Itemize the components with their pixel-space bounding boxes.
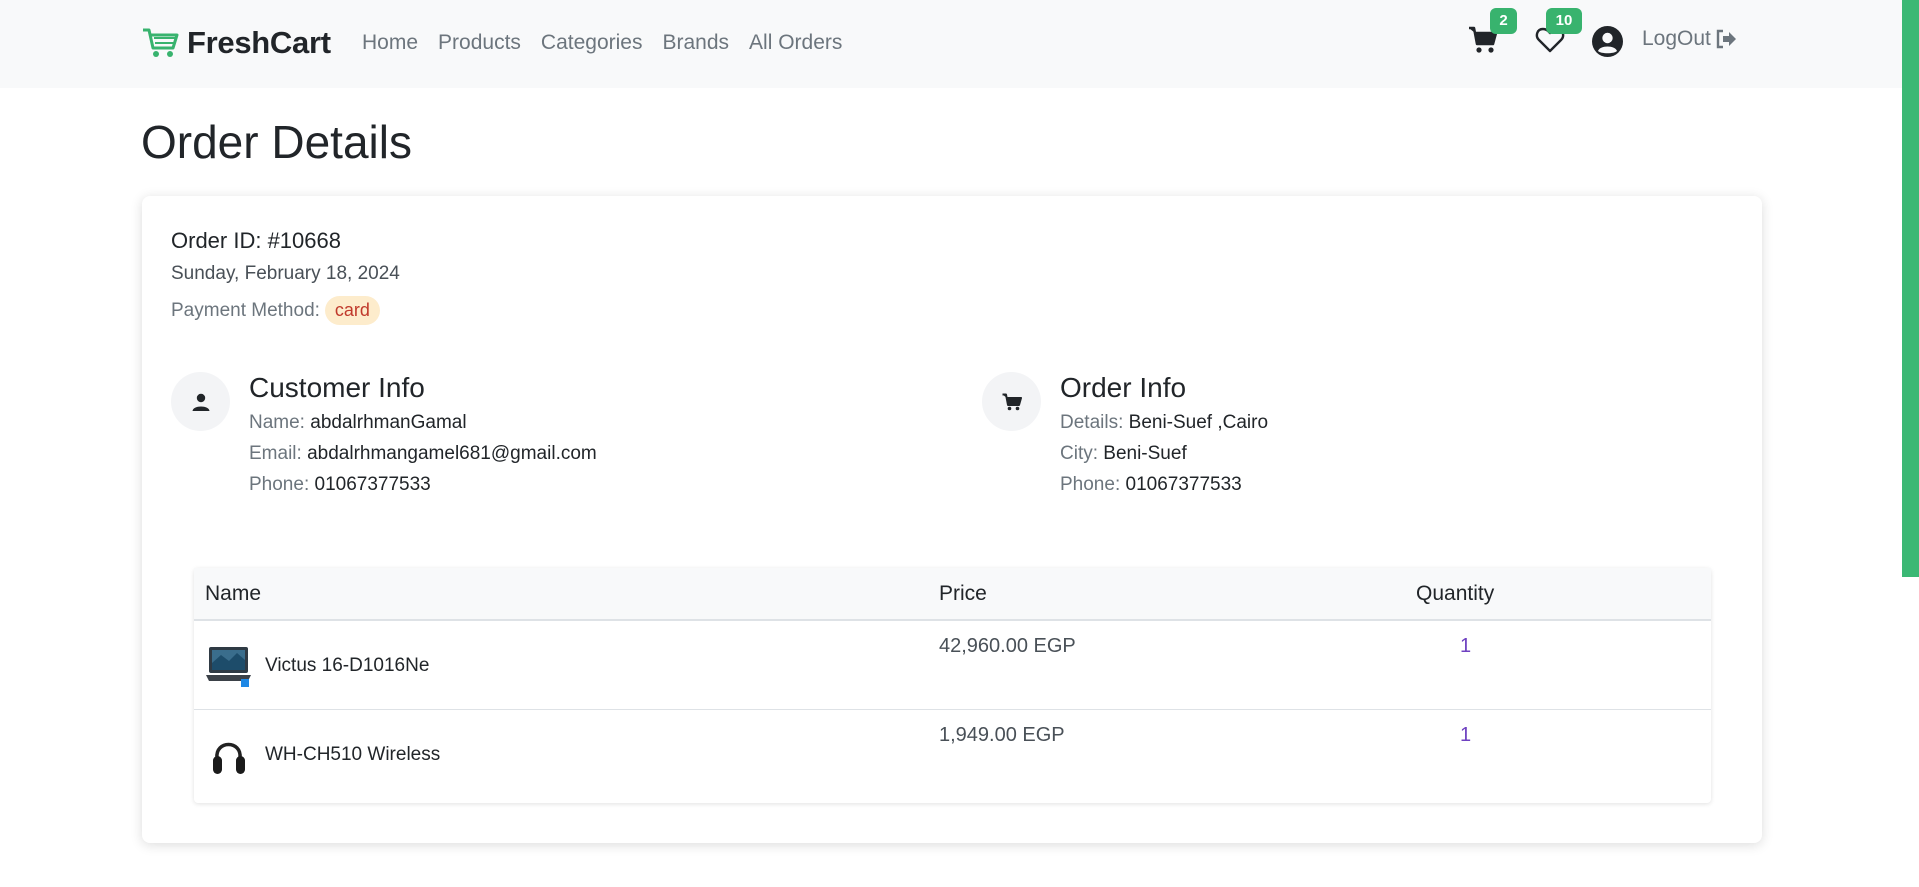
product-price: 42,960.00 EGP: [939, 635, 1076, 657]
order-city: City: Beni-Suef: [1060, 443, 1187, 465]
user-circle-icon: [1592, 26, 1623, 57]
payment-method-row: Payment Method: card: [171, 296, 380, 325]
order-city-label: City:: [1060, 443, 1098, 464]
logout-button[interactable]: LogOut: [1642, 27, 1737, 51]
order-date: Sunday, February 18, 2024: [171, 263, 400, 284]
customer-email: Email: abdalrhmangamel681@gmail.com: [249, 443, 597, 465]
laptop-icon: [206, 647, 251, 687]
page-title: Order Details: [141, 116, 412, 168]
customer-phone: Phone: 01067377533: [249, 474, 431, 496]
user-profile-button[interactable]: [1592, 26, 1623, 57]
order-card: Order ID: #10668 Sunday, February 18, 20…: [142, 196, 1762, 843]
table-header: Name Price Quantity: [194, 568, 1711, 621]
cart-icon: [1002, 393, 1022, 410]
payment-method-badge: card: [324, 296, 380, 325]
product-quantity: 1: [1460, 635, 1472, 657]
order-items-table: Name Price Quantity Victus 16-D1016Ne 42…: [194, 568, 1711, 803]
order-details-label: Details:: [1060, 412, 1124, 433]
column-header-quantity: Quantity: [1416, 582, 1495, 605]
page-scrollbar-thumb[interactable]: [1902, 0, 1919, 577]
product-name: WH-CH510 Wireless: [265, 744, 441, 765]
customer-phone-label: Phone:: [249, 474, 310, 495]
sign-out-icon: [1716, 29, 1736, 49]
cart-count-badge: 2: [1490, 8, 1517, 34]
customer-icon-wrap: [171, 372, 230, 431]
customer-name-label: Name:: [249, 412, 305, 433]
order-phone: Phone: 01067377533: [1060, 474, 1242, 496]
customer-name: Name: abdalrhmanGamal: [249, 412, 467, 434]
order-info-title: Order Info: [1060, 372, 1187, 403]
order-id: Order ID: #10668: [171, 228, 341, 253]
headphones-icon: [213, 742, 245, 774]
table-row: WH-CH510 Wireless 1,949.00 EGP 1: [194, 710, 1711, 799]
customer-email-value: abdalrhmangamel681@gmail.com: [307, 443, 597, 464]
order-icon-wrap: [982, 372, 1041, 431]
order-city-value: Beni-Suef: [1103, 443, 1187, 464]
table-row: Victus 16-D1016Ne 42,960.00 EGP 1: [194, 621, 1711, 710]
nav-actions: 2 10 LogOut: [0, 0, 1902, 88]
order-phone-value: 01067377533: [1125, 474, 1242, 495]
product-name: Victus 16-D1016Ne: [265, 655, 430, 676]
navbar: FreshCart Home Products Categories Brand…: [0, 0, 1902, 88]
customer-email-label: Email:: [249, 443, 302, 464]
product-price: 1,949.00 EGP: [939, 724, 1065, 746]
payment-method-label: Payment Method:: [171, 299, 320, 321]
user-icon: [192, 393, 209, 411]
logout-label: LogOut: [1642, 27, 1711, 50]
customer-info-title: Customer Info: [249, 372, 425, 403]
wishlist-count-badge: 10: [1546, 8, 1582, 34]
order-details-value: Beni-Suef ,Cairo: [1128, 412, 1269, 433]
product-quantity: 1: [1460, 724, 1472, 746]
column-header-name: Name: [205, 582, 262, 605]
customer-name-value: abdalrhmanGamal: [310, 412, 467, 433]
order-details: Details: Beni-Suef ,Cairo: [1060, 412, 1268, 434]
customer-phone-value: 01067377533: [314, 474, 431, 495]
order-phone-label: Phone:: [1060, 474, 1121, 495]
column-header-price: Price: [939, 582, 987, 605]
